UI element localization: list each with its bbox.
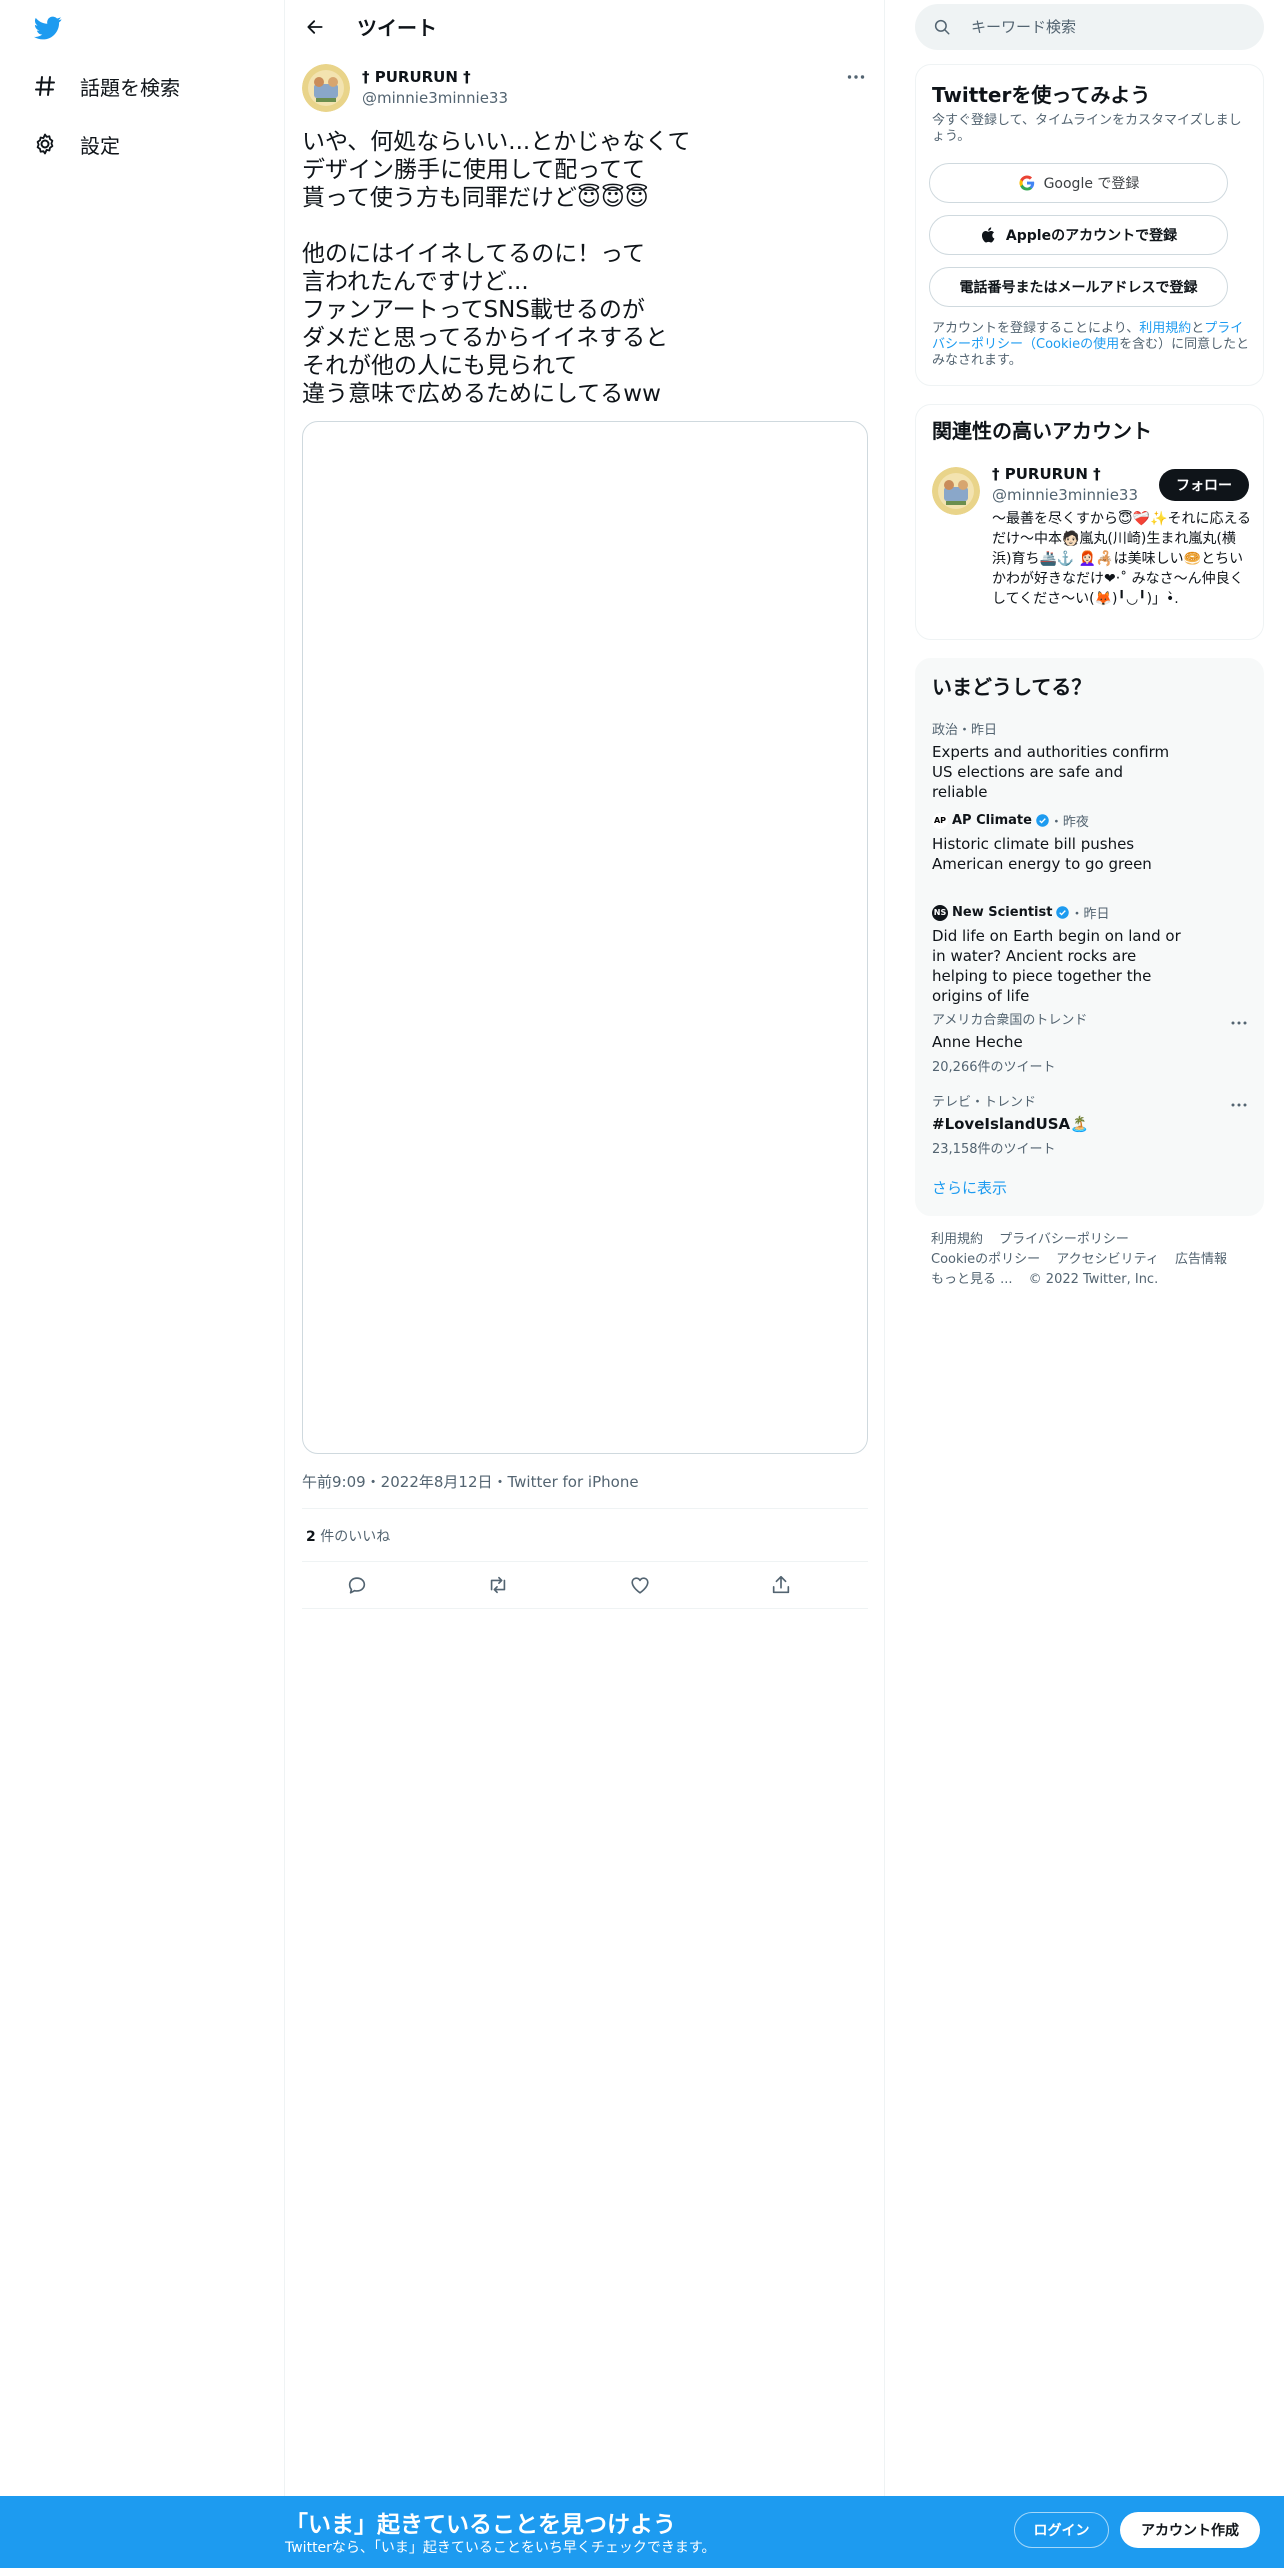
bottom-bar-subtitle: Twitterなら、「いま」起きていることをいち早くチェックできます。 <box>285 2540 716 2556</box>
nav-item-label: 話題を検索 <box>80 75 180 100</box>
left-navigation: 話題を検索 設定 <box>0 0 285 2568</box>
related-title: 関連性の高いアカウント <box>932 419 1152 443</box>
author-handle[interactable]: @minnie3minnie33 <box>362 89 508 107</box>
gear-icon <box>32 131 58 157</box>
search-icon <box>934 19 950 35</box>
nav-item-label: 設定 <box>80 133 120 158</box>
verified-badge-icon <box>1056 906 1070 919</box>
new-scientist-logo-icon: NS <box>932 904 948 921</box>
retweet-icon[interactable] <box>483 1570 513 1600</box>
trend-title: #LoveIslandUSA🏝️ <box>932 1115 1089 1133</box>
google-signup-label: Google で登録 <box>1043 176 1140 192</box>
footer-links: 利用規約 プライバシーポリシー Cookieのポリシー アクセシビリティ 広告情… <box>931 1230 1251 1290</box>
login-button[interactable]: ログイン <box>1014 2512 1109 2548</box>
trends-title: いまどうしてる？ <box>932 675 1092 699</box>
tweet-timestamp[interactable]: 午前9:09・2022年8月12日・Twitter for iPhone <box>302 1471 639 1492</box>
divider <box>302 1508 868 1509</box>
bottom-signup-bar: 「いま」起きていることを見つけよう Twitterなら、「いま」起きていることを… <box>0 2496 1284 2568</box>
bottom-bar-title: 「いま」起きていることを見つけよう <box>285 2512 676 2538</box>
footer-link[interactable]: もっと見る ... <box>931 1272 1013 1287</box>
trend-title: Anne Heche <box>932 1033 1023 1051</box>
trend-item[interactable]: NS New Scientist ・昨日 Did life on Earth b… <box>932 903 1252 1006</box>
ap-logo-icon: AP <box>932 812 948 829</box>
avatar[interactable] <box>302 64 350 112</box>
main-column: ツイート † PURURUN † @minnie3minnie33 いや、何処な… <box>285 0 885 2568</box>
phone-email-signup-button[interactable]: 電話番号またはメールアドレスで登録 <box>929 267 1228 307</box>
copyright: © 2022 Twitter, Inc. <box>1028 1272 1159 1287</box>
trend-source: New Scientist <box>952 905 1053 920</box>
author-name[interactable]: † PURURUN † <box>362 68 471 86</box>
legal-mid: と <box>1191 321 1205 336</box>
hashtag-icon <box>32 73 58 99</box>
footer-link[interactable]: アクセシビリティ <box>1056 1252 1159 1267</box>
trend-item[interactable]: アメリカ合衆国のトレンド Anne Heche 20,266件のツイート <box>932 1009 1252 1075</box>
signup-subtitle: 今すぐ登録して、タイムラインをカスタマイズしましょう。 <box>932 113 1242 144</box>
trends-panel: いまどうしてる？ 政治・昨日 Experts and authorities c… <box>915 658 1264 1216</box>
avatar[interactable] <box>932 467 980 515</box>
footer-link[interactable]: プライバシーポリシー <box>999 1232 1129 1247</box>
trend-context: AP AP Climate ・昨夜 <box>932 811 1252 830</box>
trend-context: NS New Scientist ・昨日 <box>932 903 1252 922</box>
search-bar[interactable] <box>915 4 1264 50</box>
more-options-icon[interactable] <box>843 66 869 88</box>
follow-button[interactable]: フォロー <box>1159 469 1249 501</box>
trend-title: Experts and authorities confirm US elect… <box>932 743 1170 801</box>
apple-signup-button[interactable]: Appleのアカウントで登録 <box>929 215 1228 255</box>
likes-number: 2 <box>306 1529 316 1545</box>
trend-source: AP Climate <box>952 813 1032 828</box>
create-account-button[interactable]: アカウント作成 <box>1120 2512 1260 2548</box>
related-account-name[interactable]: † PURURUN † <box>992 465 1101 483</box>
page-title: ツイート <box>357 16 437 40</box>
phone-signup-label: 電話番号またはメールアドレスで登録 <box>959 280 1198 296</box>
tweet-header: ツイート <box>285 0 884 54</box>
verified-badge-icon <box>1036 814 1049 827</box>
trend-title: Did life on Earth begin on land or in wa… <box>932 927 1181 1005</box>
signup-legal-text: アカウントを登録することにより、利用規約とプライバシーポリシー（Cookieの使… <box>932 321 1254 369</box>
related-account-bio: 〜最善を尽くすから😇❤️‍🩹✨それに応えるだけ〜中本🧑🏻嵐丸(川崎)生まれ嵐丸(… <box>992 511 1252 607</box>
signup-title: Twitterを使ってみよう <box>932 83 1151 107</box>
more-options-icon[interactable] <box>1228 1015 1250 1031</box>
search-input[interactable] <box>971 14 1241 40</box>
trend-tweet-count: 20,266件のツイート <box>932 1060 1056 1075</box>
tweet-text: いや、何処ならいい...とかじゃなくて デザイン勝手に使用して配ってて 貰って使… <box>302 129 691 407</box>
terms-link[interactable]: 利用規約 <box>1139 321 1191 336</box>
like-heart-icon[interactable] <box>625 1570 655 1600</box>
trend-item[interactable]: AP AP Climate ・昨夜 Historic climate bill … <box>932 811 1252 874</box>
likes-label: 件のいいね <box>315 1529 391 1545</box>
nav-item-settings[interactable]: 設定 <box>32 124 120 164</box>
trend-tweet-count: 23,158件のツイート <box>932 1142 1056 1157</box>
nav-item-explore[interactable]: 話題を検索 <box>32 66 180 106</box>
divider <box>302 1561 868 1562</box>
trend-time: ・昨夜 <box>1049 815 1089 830</box>
signup-panel: Twitterを使ってみよう 今すぐ登録して、タイムラインをカスタマイズしましょ… <box>915 64 1264 386</box>
footer-link[interactable]: 広告情報 <box>1175 1252 1227 1267</box>
legal-prefix: アカウントを登録することにより、 <box>932 321 1140 336</box>
divider <box>302 1608 868 1609</box>
trend-time: ・昨日 <box>1070 907 1110 922</box>
google-logo-icon <box>1019 175 1034 191</box>
trend-title: Historic climate bill pushes American en… <box>932 835 1152 873</box>
related-accounts-panel: 関連性の高いアカウント † PURURUN † @minnie3minnie33… <box>915 404 1264 640</box>
footer-link[interactable]: Cookieのポリシー <box>931 1252 1040 1267</box>
trend-context: アメリカ合衆国のトレンド <box>932 1013 1088 1028</box>
more-options-icon[interactable] <box>1228 1097 1250 1113</box>
trend-item[interactable]: 政治・昨日 Experts and authorities confirm US… <box>932 719 1252 802</box>
apple-signup-label: Appleのアカウントで登録 <box>1005 228 1178 244</box>
show-more-link[interactable]: さらに表示 <box>932 1177 1007 1198</box>
trend-item[interactable]: テレビ・トレンド #LoveIslandUSA🏝️ 23,158件のツイート <box>932 1091 1252 1157</box>
back-arrow-icon[interactable] <box>301 13 329 41</box>
trend-context: 政治・昨日 <box>932 723 998 738</box>
twitter-bird-icon[interactable] <box>32 14 64 42</box>
share-icon[interactable] <box>766 1570 796 1600</box>
google-signup-button[interactable]: Google で登録 <box>929 163 1228 203</box>
apple-logo-icon <box>981 227 995 243</box>
trend-context: テレビ・トレンド <box>932 1095 1037 1110</box>
tweet-media[interactable] <box>302 421 868 1454</box>
likes-count[interactable]: 2 件のいいね <box>306 1526 390 1546</box>
reply-icon[interactable] <box>342 1570 372 1600</box>
footer-link[interactable]: 利用規約 <box>931 1232 983 1247</box>
related-account-handle[interactable]: @minnie3minnie33 <box>992 486 1138 504</box>
